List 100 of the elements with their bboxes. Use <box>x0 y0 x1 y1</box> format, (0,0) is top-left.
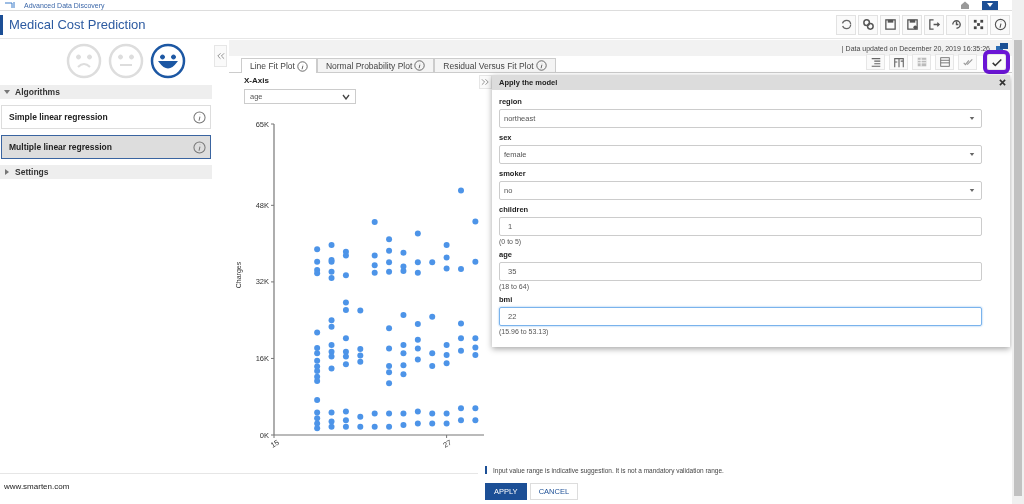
scatter-point <box>400 371 407 378</box>
scatter-point <box>400 410 407 417</box>
scatter-point <box>400 362 407 369</box>
info-icon[interactable] <box>193 140 206 154</box>
check-double-icon <box>961 56 974 68</box>
scatter-point <box>429 350 436 357</box>
exit-icon <box>927 18 941 31</box>
chart-button[interactable] <box>889 54 908 70</box>
scatter-point <box>400 421 407 428</box>
history-icon <box>949 18 963 31</box>
caret-icon <box>969 152 975 157</box>
scatter-point <box>371 423 378 430</box>
tab[interactable]: Line Fit Plot <box>241 58 317 73</box>
scatter-point <box>386 236 393 243</box>
section-header[interactable]: Algorithms <box>0 85 212 99</box>
algorithm-item[interactable]: Multiple linear regression <box>1 135 211 159</box>
scatter-point <box>386 268 393 275</box>
link-button[interactable] <box>858 14 878 35</box>
scatter-point <box>458 320 464 327</box>
scatter-point <box>357 413 364 420</box>
expanded-triangle-icon <box>4 89 10 95</box>
caret-icon <box>986 2 994 8</box>
grid-button[interactable] <box>968 14 988 35</box>
caret-icon <box>969 188 975 193</box>
scatter-point <box>458 417 464 424</box>
dropdown-button[interactable] <box>982 0 998 10</box>
refresh-button[interactable] <box>836 14 856 35</box>
scatter-point <box>443 265 450 272</box>
scatter-point <box>458 347 464 354</box>
scatter-point <box>328 409 335 416</box>
scatter-point <box>472 405 479 412</box>
double-chevron-icon <box>481 78 490 86</box>
scatter-point <box>458 405 464 412</box>
table-icon <box>915 56 928 68</box>
scatter-point <box>400 311 407 318</box>
collapsed-triangle-icon <box>4 169 10 175</box>
scatter-point <box>443 242 450 249</box>
scatter-point <box>458 187 464 194</box>
save-button[interactable] <box>880 14 900 35</box>
double-chevron-icon <box>216 52 225 60</box>
scatter-point <box>429 313 436 320</box>
footer-link[interactable]: www.smarten.com <box>4 481 70 491</box>
scatter-point <box>429 363 436 370</box>
scatter-point <box>429 420 436 427</box>
section-header[interactable]: Settings <box>0 165 212 179</box>
scrollbar[interactable] <box>1012 0 1024 504</box>
scatter-point <box>443 410 450 417</box>
home-icon[interactable] <box>960 1 970 9</box>
close-icon[interactable] <box>999 79 1006 86</box>
scatter-point <box>386 380 393 387</box>
scatter-point <box>414 356 421 363</box>
scatter-point <box>414 336 421 343</box>
rows-icon <box>938 56 951 68</box>
scatter-point <box>386 247 393 254</box>
save-as-button[interactable] <box>902 14 922 35</box>
scatter-point <box>400 249 407 256</box>
scatter-point <box>458 265 464 272</box>
scatter-point <box>328 365 335 372</box>
grid-icon <box>971 18 985 31</box>
check-double-button[interactable] <box>958 54 977 70</box>
scatter-point <box>371 252 378 259</box>
scatter-point <box>414 321 421 327</box>
scatter-point <box>386 259 393 266</box>
tab[interactable]: Residual Versus Fit Plot <box>434 58 556 72</box>
scatter-point <box>371 410 378 417</box>
scatter-point <box>314 329 321 336</box>
scatter-point <box>328 242 335 249</box>
scatter-point <box>414 408 421 415</box>
scatter-point <box>414 230 421 237</box>
scatter-point <box>414 345 421 352</box>
scatter-point <box>357 307 364 314</box>
list-button[interactable] <box>866 54 885 70</box>
scatter-point <box>342 408 349 415</box>
scatter-point <box>342 335 349 342</box>
rows-button[interactable] <box>935 54 954 70</box>
chevron-down-icon <box>342 93 350 100</box>
scatter-point <box>443 420 450 427</box>
history-button[interactable] <box>946 14 966 35</box>
info-button[interactable] <box>990 14 1010 35</box>
scatter-point <box>386 423 393 430</box>
caret-icon <box>969 116 975 121</box>
scatter-point <box>443 342 450 349</box>
info-icon <box>535 60 547 71</box>
scatter-point <box>414 259 421 266</box>
info-icon <box>993 18 1007 31</box>
exit-button[interactable] <box>924 14 944 35</box>
link-icon <box>861 18 875 31</box>
algorithm-item[interactable]: Simple linear regression <box>1 105 211 129</box>
scatter-point <box>357 423 364 430</box>
x-axis-label: X-Axis <box>244 76 270 85</box>
happy-face-icon[interactable] <box>150 43 186 79</box>
tab[interactable]: Normal Probability Plot <box>316 58 435 72</box>
scatter-point <box>472 218 479 225</box>
scatter-point <box>443 254 450 261</box>
info-icon <box>414 60 426 71</box>
scatter-point <box>386 345 393 352</box>
scatter-point <box>314 397 321 404</box>
info-icon[interactable] <box>193 110 206 124</box>
scatter-point <box>472 417 479 424</box>
check-icon <box>990 56 1003 68</box>
